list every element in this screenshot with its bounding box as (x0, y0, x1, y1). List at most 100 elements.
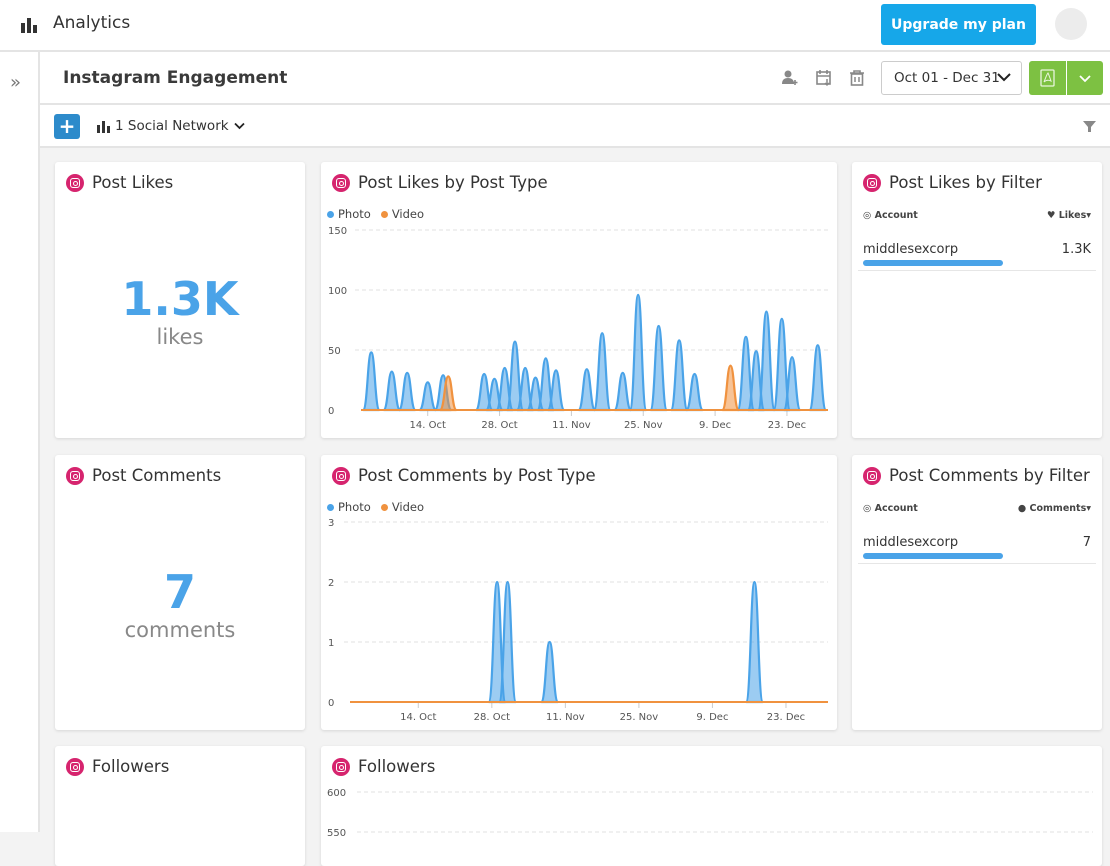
card-title: Post Comments by Filter (889, 466, 1090, 485)
followers-card: Followers (55, 746, 305, 866)
account-value: 1.3K (1061, 242, 1091, 257)
data-peak (628, 293, 648, 412)
report-header: Instagram Engagement Oct 01 - Dec 31 (40, 52, 1110, 105)
x-tick-label: 25. Nov (620, 712, 659, 723)
data-peak (757, 310, 776, 412)
x-tick-label: 25. Nov (624, 420, 663, 431)
x-tick-label: 9. Dec (696, 712, 728, 723)
x-tick-label: 9. Dec (699, 420, 731, 431)
account-name: middlesexcorp (863, 535, 959, 550)
data-peak (397, 371, 417, 412)
comments-by-filter-card: Post Comments by Filter ◎ Account ● Comm… (852, 455, 1102, 730)
x-tick-label: 11. Nov (552, 420, 591, 431)
pdf-icon (1040, 69, 1055, 87)
comment-icon: ● (1017, 503, 1027, 514)
top-bar: Analytics Upgrade my plan (0, 0, 1110, 52)
export-pdf-button[interactable] (1029, 61, 1066, 95)
y-tick-label: 600 (327, 788, 346, 799)
comments-by-post-type-card: Post Comments by Post Type Photo Video 0… (321, 455, 837, 730)
data-peak (685, 372, 704, 412)
account-column-header: ◎ Account (863, 210, 918, 221)
data-peak (361, 351, 381, 412)
x-tick-label: 28. Oct (481, 420, 517, 431)
instagram-icon (66, 757, 84, 776)
followers-chart: 550 600 (327, 788, 1093, 839)
card-title: Followers (92, 757, 170, 776)
user-avatar[interactable] (1055, 8, 1087, 40)
export-options-dropdown[interactable] (1067, 61, 1103, 95)
chevron-down-icon (997, 73, 1011, 82)
share-bar (863, 553, 1003, 559)
comments-sort-header[interactable]: ● Comments▾ (1018, 503, 1091, 514)
account-name: middlesexcorp (863, 242, 959, 257)
y-tick-label: 3 (328, 518, 334, 529)
account-value: 7 (1082, 535, 1091, 550)
data-peak (649, 324, 668, 412)
data-peak (592, 332, 612, 412)
y-tick-label: 150 (328, 226, 347, 237)
heart-icon: ♥ (1046, 210, 1056, 221)
instagram-icon (863, 173, 881, 192)
chevron-down-icon (1079, 75, 1091, 83)
add-widget-button[interactable]: + (54, 114, 80, 139)
schedule-calendar-icon[interactable] (815, 69, 833, 87)
y-tick-label: 100 (328, 286, 347, 297)
trash-icon[interactable] (848, 69, 866, 87)
y-tick-label: 550 (327, 828, 346, 839)
divider (858, 563, 1096, 564)
filter-table-header: ◎ Account ♥ Likes▾ (863, 210, 1091, 221)
x-tick-label: 14. Oct (410, 420, 446, 431)
y-tick-label: 0 (328, 698, 334, 709)
data-peak (613, 371, 633, 412)
share-bar (863, 260, 1003, 266)
data-peak (721, 364, 740, 412)
expand-sidebar-icon[interactable]: » (10, 72, 21, 93)
y-tick-label: 1 (328, 638, 334, 649)
x-tick-label: 28. Oct (474, 712, 510, 723)
app-title: Analytics (53, 13, 131, 33)
date-range-dropdown[interactable]: Oct 01 - Dec 31 (881, 61, 1022, 95)
add-user-icon[interactable] (781, 69, 799, 87)
comments-by-type-chart: 0 1 2 3 14. Oct 28. Oct 11. Nov 25. Nov 9. Dec 23… (328, 518, 828, 723)
data-peak (669, 339, 689, 412)
series-photo (361, 293, 828, 412)
likes-by-post-type-card: Post Likes by Post Type Photo Video 0 50 1… (321, 162, 837, 438)
post-likes-unit: likes (156, 325, 204, 349)
likes-sort-header[interactable]: ♥ Likes▾ (1047, 210, 1091, 221)
upgrade-plan-button[interactable]: Upgrade my plan (881, 4, 1036, 45)
card-title: Post Comments (92, 466, 222, 485)
social-network-label: 1 Social Network (115, 118, 229, 134)
post-likes-card: Post Likes 1.3K likes (55, 162, 305, 438)
post-likes-value: 1.3K (121, 272, 239, 326)
filter-icon[interactable] (1083, 120, 1096, 133)
instagram-icon (863, 466, 881, 485)
sidebar: » (0, 52, 40, 832)
likes-by-filter-card: Post Likes by Filter ◎ Account ♥ Likes▾ … (852, 162, 1102, 438)
date-range-label: Oct 01 - Dec 31 (894, 70, 1000, 86)
social-network-dropdown[interactable]: 1 Social Network (97, 118, 245, 134)
post-comments-value: 7 (163, 565, 196, 619)
filter-toolbar: + 1 Social Network (40, 105, 1110, 148)
y-tick-label: 2 (328, 578, 334, 589)
followers-chart-card: Followers 550 600 (321, 746, 1102, 866)
data-peak (418, 381, 438, 412)
analytics-logo-icon (21, 18, 37, 33)
x-tick-label: 11. Nov (546, 712, 585, 723)
x-tick-label: 23. Dec (768, 420, 806, 431)
post-comments-card: Post Comments 7 comments (55, 455, 305, 730)
likes-by-type-chart: 0 50 100 150 14. Oct 28. Oct 11. Nov 25. Nov 9. … (328, 226, 828, 431)
filter-row: middlesexcorp 1.3K (863, 242, 1091, 257)
y-tick-label: 0 (328, 406, 334, 417)
x-tick-label: 14. Oct (400, 712, 436, 723)
account-column-header: ◎ Account (863, 503, 918, 514)
instagram-icon (66, 173, 84, 192)
card-title: Post Likes by Filter (889, 173, 1042, 192)
card-title: Post Likes (92, 173, 174, 192)
divider (858, 270, 1096, 271)
filter-row: middlesexcorp 7 (863, 535, 1091, 550)
instagram-icon (66, 466, 84, 485)
data-peak (540, 640, 560, 704)
x-tick-label: 23. Dec (767, 712, 805, 723)
data-peak (808, 344, 828, 412)
post-comments-unit: comments (124, 618, 236, 642)
